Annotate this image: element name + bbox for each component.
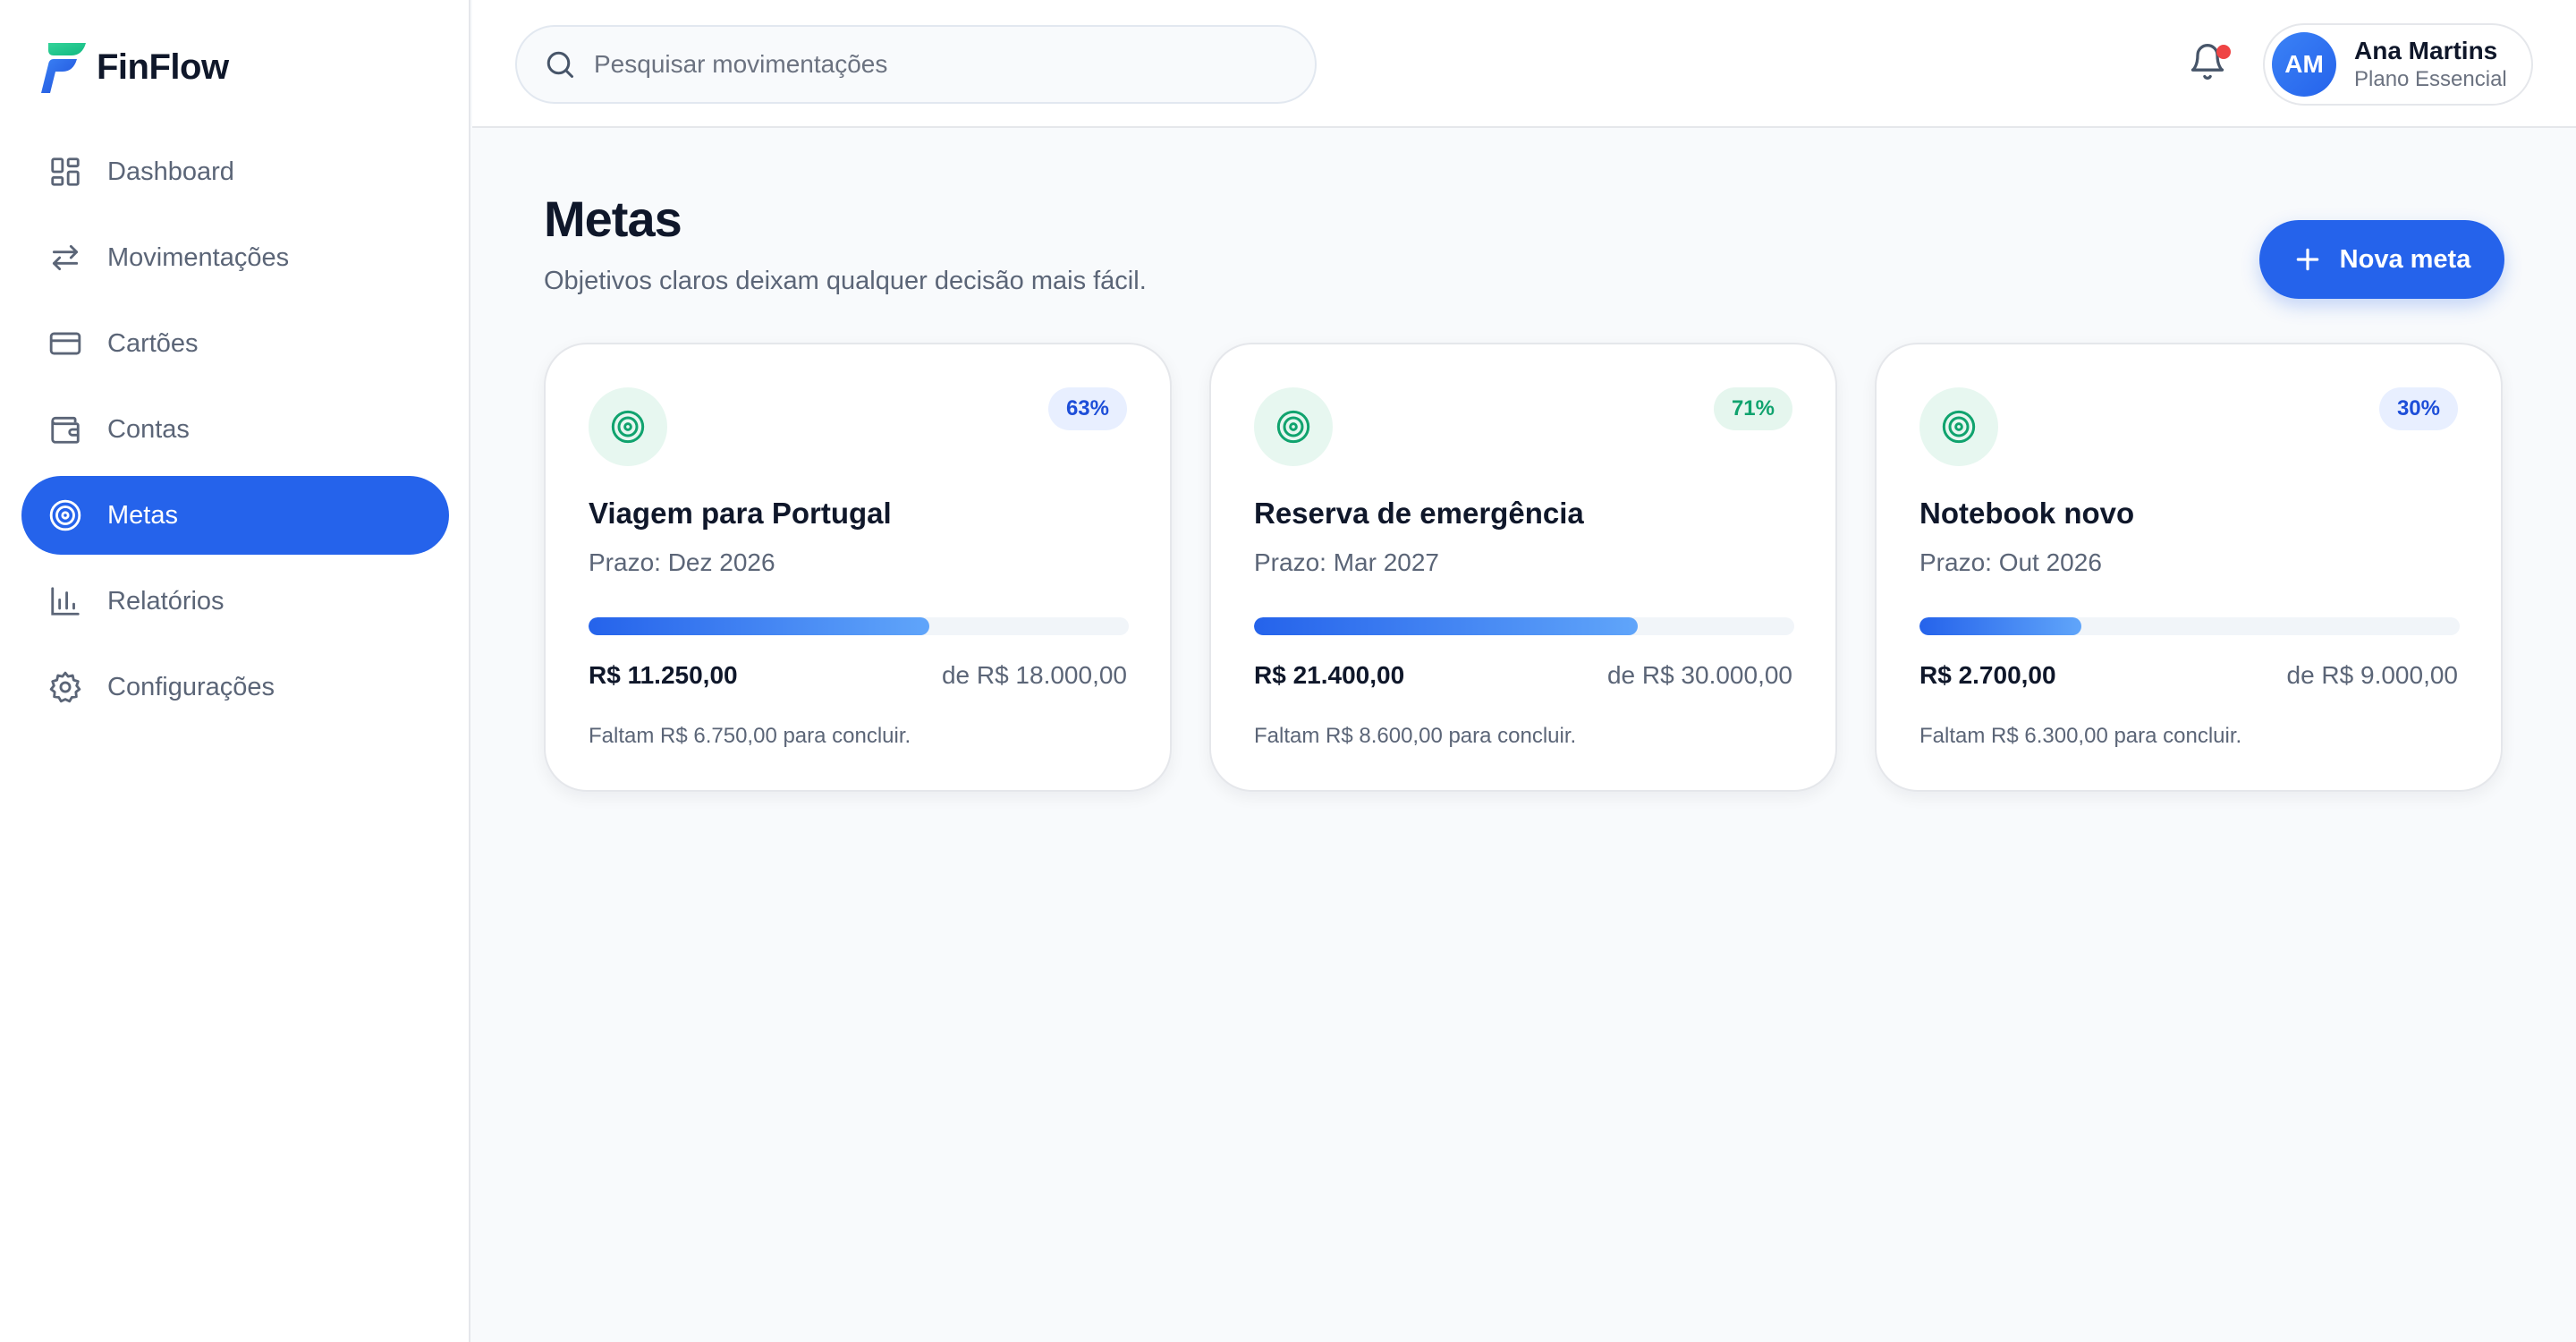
notifications-button[interactable] [2188,41,2233,86]
progress-bar [1254,617,1794,635]
transfer-arrows-icon [48,241,82,275]
sidebar-item-cartoes[interactable]: Cartões [21,304,449,383]
progress-badge: 71% [1713,387,1792,430]
avatar: AM [2272,32,2336,97]
goal-deadline: Prazo: Mar 2027 [1254,548,1439,576]
top-bar: AM Ana Martins Plano Essencial [472,0,2576,128]
sidebar-item-label: Cartões [107,328,199,358]
goal-target-amount: de R$ 9.000,00 [2286,661,2459,689]
goal-remaining: Faltam R$ 6.750,00 para concluir. [589,724,911,748]
goal-deadline: Prazo: Dez 2026 [589,548,775,576]
bar-chart-icon [48,584,82,618]
notification-dot [2216,45,2231,59]
user-info: Ana Martins Plano Essencial [2354,36,2507,93]
goal-remaining: Faltam R$ 6.300,00 para concluir. [1919,724,2242,748]
search-bar[interactable] [515,25,1317,104]
progress-badge: 30% [2378,387,2458,430]
gear-icon [48,670,82,704]
sidebar-item-label: Configurações [107,672,275,701]
sidebar-item-label: Contas [107,414,190,444]
sidebar-item-dashboard[interactable]: Dashboard [21,132,449,211]
target-icon [1919,387,1998,466]
brand-name: FinFlow [97,47,229,87]
page-subtitle: Objetivos claros deixam qualquer decisão… [544,267,1147,295]
goal-remaining: Faltam R$ 8.600,00 para concluir. [1254,724,1577,748]
goal-current-amount: R$ 2.700,00 [1919,661,2056,689]
progress-badge: 63% [1047,387,1127,430]
progress-fill [589,617,929,635]
target-icon [589,387,667,466]
sidebar-item-label: Metas [107,500,178,530]
sidebar-item-relatorios[interactable]: Relatórios [21,562,449,641]
search-input[interactable] [594,50,1274,79]
goal-title: Notebook novo [1919,497,2135,530]
sidebar-item-label: Relatórios [107,586,225,616]
goal-current-amount: R$ 21.400,00 [1254,661,1405,689]
new-goal-button[interactable]: Nova meta [2259,220,2504,299]
sidebar-item-metas[interactable]: Metas [21,476,449,555]
goal-deadline: Prazo: Out 2026 [1919,548,2102,576]
goal-target-amount: de R$ 18.000,00 [941,661,1127,689]
goal-card[interactable]: 63% Viagem para Portugal Prazo: Dez 2026… [544,343,1172,792]
page-title: Metas [544,191,682,247]
progress-bar [589,617,1129,635]
sidebar-item-movimentacoes[interactable]: Movimentações [21,218,449,297]
goal-card[interactable]: 30% Notebook novo Prazo: Out 2026 R$ 2.7… [1875,343,2503,792]
brand-logo[interactable]: FinFlow [39,39,229,95]
goal-title: Reserva de emergência [1254,497,1584,530]
wallet-icon [48,412,82,446]
new-goal-label: Nova meta [2339,244,2471,274]
goal-card[interactable]: 71% Reserva de emergência Prazo: Mar 202… [1209,343,1837,792]
search-icon [547,51,573,78]
progress-fill [1919,617,2082,635]
progress-fill [1254,617,1638,635]
sidebar-item-configuracoes[interactable]: Configurações [21,648,449,726]
credit-card-icon [48,327,82,361]
sidebar-item-label: Dashboard [107,157,234,186]
goal-target-amount: de R$ 30.000,00 [1606,661,1792,689]
sidebar: FinFlow Dashboard Movimentações Cartões … [0,0,470,1342]
sidebar-item-contas[interactable]: Contas [21,390,449,469]
dashboard-icon [48,155,82,189]
user-name: Ana Martins [2354,37,2498,64]
target-icon [1254,387,1333,466]
progress-bar [1919,617,2460,635]
user-menu[interactable]: AM Ana Martins Plano Essencial [2263,23,2533,106]
goal-title: Viagem para Portugal [589,497,892,530]
goal-current-amount: R$ 11.250,00 [589,661,738,689]
user-plan: Plano Essencial [2354,67,2507,91]
finflow-logo-icon [41,43,86,93]
target-icon [48,498,82,532]
sidebar-nav: Dashboard Movimentações Cartões Contas M… [21,132,449,734]
sidebar-item-label: Movimentações [107,242,290,272]
plus-icon [2296,248,2318,271]
